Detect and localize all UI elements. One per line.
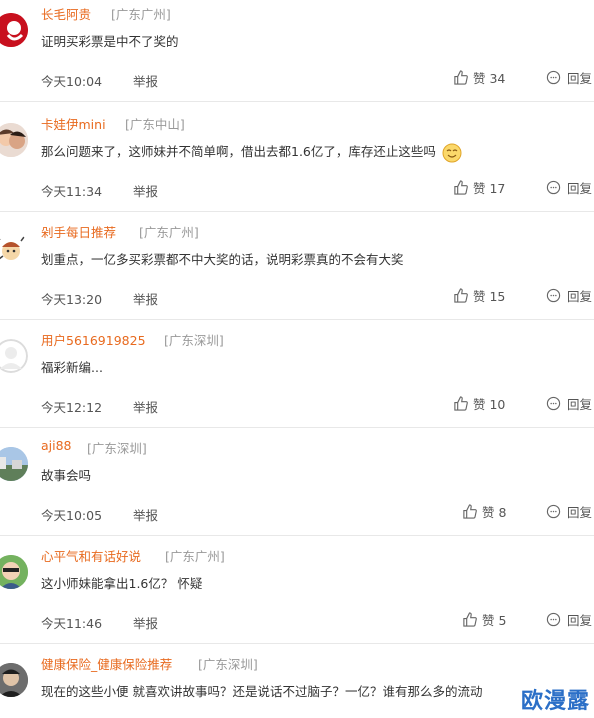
avatar[interactable] (0, 339, 28, 373)
user-location: [广东深圳] (87, 441, 147, 456)
speech-bubble-icon (546, 612, 561, 627)
comment-item: aji88 [广东深圳] 故事会吗 今天10:05 举报 赞 8 回复 (0, 429, 594, 536)
like-count: 赞 17 (473, 181, 506, 196)
reply-label: 回复 (567, 71, 593, 86)
comment-item: 用户5616919825 [广东深圳] 福彩新编... 今天12:12 举报 赞… (0, 321, 594, 428)
comment-item: 心平气和有话好说 [广东广州] 这小师妹能拿出1.6亿？ 怀疑 今天11:46 … (0, 537, 594, 644)
smiling-face-emoji-icon (442, 143, 462, 162)
like-button[interactable]: 赞 15 (453, 286, 505, 305)
comment-time: 今天11:34 (41, 184, 103, 199)
reply-label: 回复 (567, 397, 593, 412)
username[interactable]: aji88 (41, 438, 72, 453)
username[interactable]: 卡娃伊mini (41, 114, 106, 133)
comment-time: 今天12:12 (41, 400, 103, 415)
speech-bubble-icon (546, 396, 561, 411)
reply-label: 回复 (567, 505, 593, 520)
avatar[interactable] (0, 123, 28, 157)
avatar[interactable] (0, 231, 28, 265)
like-button[interactable]: 赞 5 (462, 610, 506, 629)
reply-button[interactable]: 回复 (546, 502, 592, 521)
avatar[interactable] (0, 447, 28, 481)
user-location: [广东深圳] (198, 657, 258, 672)
report-button[interactable]: 举报 (133, 181, 158, 200)
like-count: 赞 5 (482, 613, 507, 628)
report-button[interactable]: 举报 (133, 613, 158, 632)
thumbs-up-icon (454, 180, 468, 195)
reply-button[interactable]: 回复 (546, 394, 592, 413)
comment-text: 福彩新编... (41, 360, 103, 375)
like-count: 赞 34 (473, 71, 506, 86)
comment-text: 划重点，一亿多买彩票都不中大奖的话，说明彩票真的不会有大奖 (41, 252, 404, 267)
comment-time: 今天10:05 (41, 508, 103, 523)
username[interactable]: 剁手每日推荐 (41, 222, 116, 241)
comment-item: 剁手每日推荐 [广东广州] 划重点，一亿多买彩票都不中大奖的话，说明彩票真的不会… (0, 213, 594, 320)
like-button[interactable]: 赞 17 (453, 178, 505, 197)
user-location: [广东广州] (111, 7, 171, 22)
comment-time: 今天11:46 (41, 616, 103, 631)
like-button[interactable]: 赞 10 (453, 394, 505, 413)
reply-button[interactable]: 回复 (546, 610, 592, 629)
reply-button[interactable]: 回复 (546, 286, 592, 305)
thumbs-up-icon (454, 288, 468, 303)
report-button[interactable]: 举报 (133, 289, 158, 308)
avatar[interactable] (0, 13, 28, 47)
comment-time: 今天10:04 (41, 74, 103, 89)
thumbs-up-icon (463, 612, 477, 627)
comment-text: 那么问题来了，这师妹并不简单啊，借出去都1.6亿了，库存还止这些吗 (41, 141, 462, 163)
reply-label: 回复 (567, 613, 593, 628)
comment-item: 长毛阿贵 [广东广州] 证明买彩票是中不了奖的 今天10:04 举报 赞 34 … (0, 0, 594, 102)
avatar[interactable] (0, 663, 28, 697)
speech-bubble-icon (546, 180, 561, 195)
like-count: 赞 15 (473, 289, 506, 304)
speech-bubble-icon (546, 70, 561, 85)
thumbs-up-icon (463, 504, 477, 519)
reply-label: 回复 (567, 181, 593, 196)
report-button[interactable]: 举报 (133, 505, 158, 524)
speech-bubble-icon (546, 504, 561, 519)
watermark: 欧漫露 (520, 689, 590, 714)
username[interactable]: 用户5616919825 (41, 330, 146, 349)
comment-time: 今天13:20 (41, 292, 103, 307)
reply-button[interactable]: 回复 (546, 68, 592, 87)
user-location: [广东广州] (165, 549, 225, 564)
user-location: [广东广州] (139, 225, 199, 240)
reply-button[interactable]: 回复 (546, 178, 592, 197)
username[interactable]: 健康保险_健康保险推荐 (41, 654, 172, 673)
like-button[interactable]: 赞 34 (453, 68, 505, 87)
report-button[interactable]: 举报 (133, 397, 158, 416)
comment-item: 卡娃伊mini [广东中山] 那么问题来了，这师妹并不简单啊，借出去都1.6亿了… (0, 105, 594, 212)
user-location: [广东中山] (125, 117, 185, 132)
avatar[interactable] (0, 555, 28, 589)
reply-label: 回复 (567, 289, 593, 304)
thumbs-up-icon (454, 396, 468, 411)
user-location: [广东深圳] (164, 333, 224, 348)
comment-text: 证明买彩票是中不了奖的 (41, 34, 179, 49)
thumbs-up-icon (454, 70, 468, 85)
speech-bubble-icon (546, 288, 561, 303)
username[interactable]: 长毛阿贵 (41, 4, 91, 23)
comment-text: 故事会吗 (41, 468, 92, 483)
report-button[interactable]: 举报 (133, 71, 158, 90)
like-count: 赞 8 (482, 505, 507, 520)
like-count: 赞 10 (473, 397, 506, 412)
username[interactable]: 心平气和有话好说 (41, 546, 141, 565)
comment-text-content: 那么问题来了，这师妹并不简单啊，借出去都1.6亿了，库存还止这些吗 (41, 144, 436, 159)
comment-text: 现在的这些小便 就喜欢讲故事吗？还是说话不过脑子？一亿？谁有那么多的流动 (41, 684, 483, 699)
like-button[interactable]: 赞 8 (462, 502, 506, 521)
comment-text: 这小师妹能拿出1.6亿？ 怀疑 (41, 576, 203, 591)
comment-item: 健康保险_健康保险推荐 [广东深圳] 现在的这些小便 就喜欢讲故事吗？还是说话不… (0, 645, 594, 718)
